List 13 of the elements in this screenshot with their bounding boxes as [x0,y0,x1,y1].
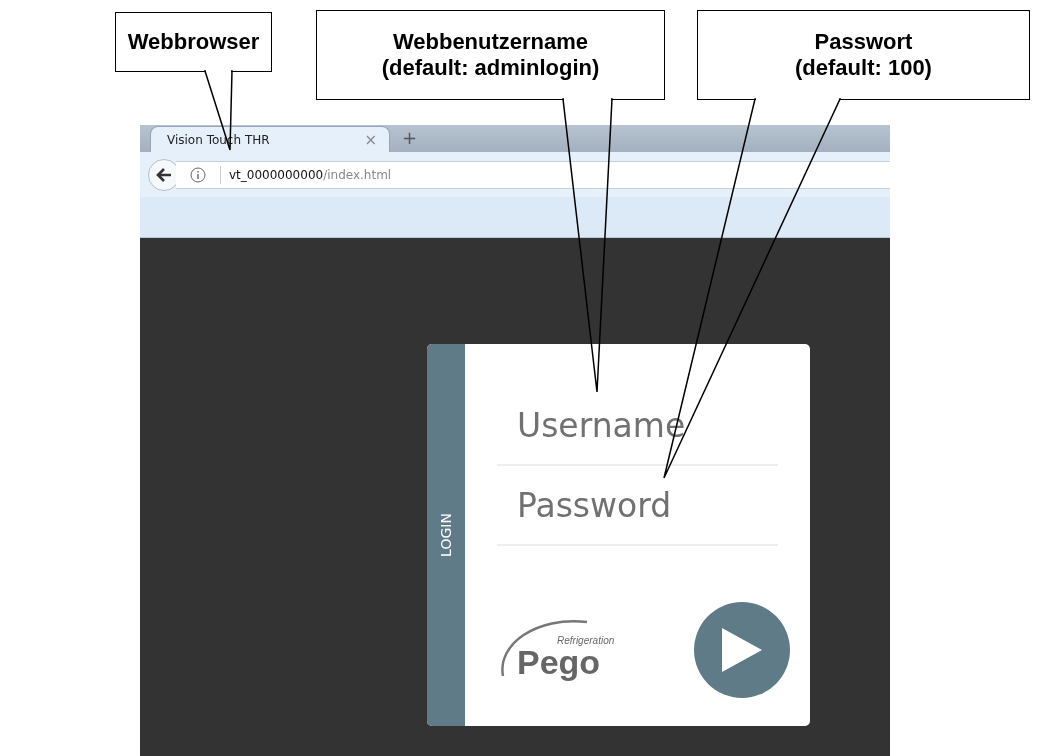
play-icon [720,626,764,674]
url-text: vt_0000000000/index.html [229,167,392,182]
brand-logo: Refrigeration Pego [497,614,627,686]
new-tab-button[interactable]: + [402,127,418,152]
address-bar[interactable]: vt_0000000000/index.html [176,160,890,189]
info-icon[interactable] [190,166,206,183]
callout-text: Passwort [814,28,913,55]
callout-text: Webbenutzername [392,28,589,55]
callout-text: Webbrowser [127,28,260,56]
back-arrow-icon [155,165,173,184]
callout-text: (default: adminlogin) [381,55,600,82]
login-label: LOGIN [438,513,454,557]
callout-text: (default: 100) [795,55,932,82]
